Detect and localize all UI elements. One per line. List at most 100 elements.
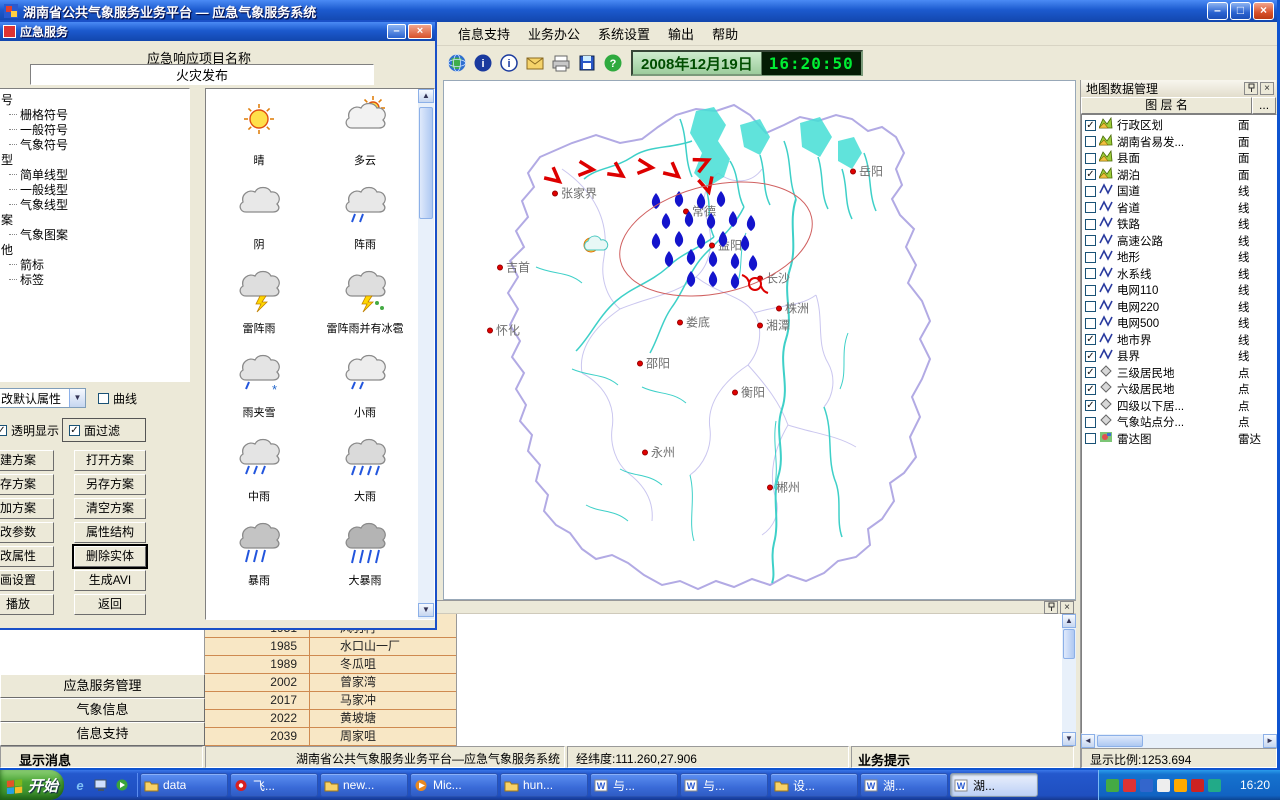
tree-item[interactable]: 案 bbox=[1, 212, 189, 227]
plan-button-right-1[interactable]: 另存方案 bbox=[74, 474, 146, 495]
menu-item-2[interactable]: 系统设置 bbox=[589, 21, 659, 46]
layer-more-button[interactable]: ... bbox=[1252, 97, 1276, 114]
scroll-down-icon[interactable]: ▼ bbox=[1062, 732, 1076, 746]
menu-item-0[interactable]: 信息支持 bbox=[449, 21, 519, 46]
scroll-left-icon[interactable]: ◄ bbox=[1081, 734, 1095, 748]
tree-item[interactable]: 箭标 bbox=[1, 257, 189, 272]
rain-drop-symbol[interactable] bbox=[685, 211, 693, 227]
tree-item[interactable]: 气象图案 bbox=[1, 227, 189, 242]
weather-symbol-sleet[interactable]: *雨夹雪 bbox=[206, 343, 312, 427]
tray-icon-3[interactable] bbox=[1157, 779, 1170, 792]
layer-checkbox[interactable] bbox=[1085, 417, 1096, 428]
rain-drop-symbol[interactable] bbox=[652, 233, 660, 249]
tree-item[interactable]: 气象线型 bbox=[1, 197, 189, 212]
wind-symbol[interactable] bbox=[544, 167, 564, 187]
layer-row-5[interactable]: 省道线 bbox=[1082, 200, 1276, 217]
layer-row-10[interactable]: 电网110线 bbox=[1082, 282, 1276, 299]
plan-button-left-2[interactable]: 加方案 bbox=[0, 498, 54, 519]
layer-checkbox[interactable] bbox=[1085, 252, 1096, 263]
layer-row-12[interactable]: 电网500线 bbox=[1082, 315, 1276, 332]
rain-drop-symbol[interactable] bbox=[652, 193, 660, 209]
layer-row-15[interactable]: ✓三级居民地点 bbox=[1082, 365, 1276, 382]
rain-drop-symbol[interactable] bbox=[675, 191, 683, 207]
layer-checkbox[interactable] bbox=[1085, 186, 1096, 197]
tray-icon-6[interactable] bbox=[1208, 779, 1221, 792]
close-button[interactable]: × bbox=[1253, 2, 1274, 20]
weather-info-button[interactable]: 气象信息 bbox=[0, 698, 205, 722]
tray-icon-0[interactable] bbox=[1106, 779, 1119, 792]
layer-checkbox[interactable] bbox=[1085, 318, 1096, 329]
table-row[interactable]: 2017马家冲 bbox=[205, 692, 456, 710]
layer-row-0[interactable]: ✓行政区划面 bbox=[1082, 117, 1276, 134]
layer-row-9[interactable]: 水系线线 bbox=[1082, 266, 1276, 283]
table-row[interactable]: 2039周家咀 bbox=[205, 728, 456, 746]
layer-row-16[interactable]: ✓六级居民地点 bbox=[1082, 381, 1276, 398]
pin-icon[interactable] bbox=[1244, 82, 1258, 95]
rain-drop-symbol[interactable] bbox=[749, 255, 757, 271]
layer-row-2[interactable]: 县面面 bbox=[1082, 150, 1276, 167]
rain-drop-symbol[interactable] bbox=[729, 211, 737, 227]
curve-checkbox-wrap[interactable]: 曲线 bbox=[98, 390, 137, 407]
rain-drop-symbol[interactable] bbox=[697, 233, 705, 249]
tray-icon-2[interactable] bbox=[1140, 779, 1153, 792]
plan-button-right-6[interactable]: 返回 bbox=[74, 594, 146, 615]
start-button[interactable]: 开始 bbox=[0, 770, 64, 800]
menu-item-4[interactable]: 帮助 bbox=[703, 21, 747, 46]
tree-item[interactable]: 标签 bbox=[1, 272, 189, 287]
taskbar-item-3[interactable]: Mic... bbox=[410, 773, 498, 797]
weather-symbol-cloud[interactable]: 阴 bbox=[206, 175, 312, 259]
chevron-down-icon[interactable]: ▼ bbox=[69, 389, 85, 407]
weather-symbol-rain-heavy[interactable]: 大雨 bbox=[312, 427, 418, 511]
layer-checkbox[interactable]: ✓ bbox=[1085, 120, 1096, 131]
scrollbar-thumb[interactable] bbox=[1097, 735, 1143, 747]
close-button[interactable]: × bbox=[408, 24, 432, 39]
maximize-button[interactable]: □ bbox=[1230, 2, 1251, 20]
layer-checkbox[interactable] bbox=[1085, 268, 1096, 279]
layer-checkbox[interactable] bbox=[1085, 285, 1096, 296]
rain-drop-symbol[interactable] bbox=[675, 231, 683, 247]
tree-item[interactable]: 号 bbox=[1, 92, 189, 107]
rain-drop-symbol[interactable] bbox=[665, 251, 673, 267]
face-filter-checkbox-wrap[interactable]: ✓ 面过滤 bbox=[62, 418, 146, 442]
plan-button-right-4[interactable]: 删除实体 bbox=[74, 546, 146, 567]
layer-checkbox[interactable] bbox=[1085, 433, 1096, 444]
wind-symbol[interactable] bbox=[693, 154, 712, 173]
rain-drop-symbol[interactable] bbox=[741, 235, 749, 251]
plan-button-left-5[interactable]: 画设置 bbox=[0, 570, 54, 591]
taskbar-item-2[interactable]: new... bbox=[320, 773, 408, 797]
layer-checkbox[interactable]: ✓ bbox=[1085, 334, 1096, 345]
wind-symbol[interactable] bbox=[578, 161, 593, 176]
plan-button-right-0[interactable]: 打开方案 bbox=[74, 450, 146, 471]
plan-button-left-6[interactable]: 播放 bbox=[0, 594, 54, 615]
plan-button-left-3[interactable]: 改参数 bbox=[0, 522, 54, 543]
taskbar-item-8[interactable]: W湖... bbox=[860, 773, 948, 797]
rain-drop-symbol[interactable] bbox=[687, 271, 695, 287]
weather-symbol-storm-heavy[interactable]: 大暴雨 bbox=[312, 511, 418, 595]
info-support-button[interactable]: 信息支持 bbox=[0, 722, 205, 746]
export-icon[interactable] bbox=[575, 51, 599, 75]
weather-symbol-sun-cloud[interactable]: 多云 bbox=[312, 91, 418, 175]
tree-item[interactable]: 一般符号 bbox=[1, 122, 189, 137]
tray-icon-1[interactable] bbox=[1123, 779, 1136, 792]
weather-scrollbar[interactable]: ▲ ▼ bbox=[418, 89, 434, 619]
menu-item-3[interactable]: 输出 bbox=[659, 21, 703, 46]
layer-checkbox[interactable] bbox=[1085, 202, 1096, 213]
layer-checkbox[interactable]: ✓ bbox=[1085, 384, 1096, 395]
taskbar-item-5[interactable]: W与... bbox=[590, 773, 678, 797]
wind-symbol[interactable] bbox=[637, 159, 652, 174]
tree-item[interactable]: 型 bbox=[1, 152, 189, 167]
taskbar-item-7[interactable]: 设... bbox=[770, 773, 858, 797]
rain-drop-symbol[interactable] bbox=[709, 271, 717, 287]
layer-checkbox[interactable]: ✓ bbox=[1085, 400, 1096, 411]
layer-checkbox[interactable] bbox=[1085, 301, 1096, 312]
media-player-icon[interactable] bbox=[114, 777, 131, 793]
plan-button-left-1[interactable]: 存方案 bbox=[0, 474, 54, 495]
layer-checkbox[interactable] bbox=[1085, 235, 1096, 246]
weather-symbol-storm[interactable]: 暴雨 bbox=[206, 511, 312, 595]
mail-icon[interactable] bbox=[523, 51, 547, 75]
layer-row-17[interactable]: ✓四级以下居...点 bbox=[1082, 398, 1276, 415]
layer-checkbox[interactable] bbox=[1085, 153, 1096, 164]
scroll-up-icon[interactable]: ▲ bbox=[418, 89, 434, 103]
close-icon[interactable]: × bbox=[1060, 601, 1074, 614]
plan-button-right-5[interactable]: 生成AVI bbox=[74, 570, 146, 591]
